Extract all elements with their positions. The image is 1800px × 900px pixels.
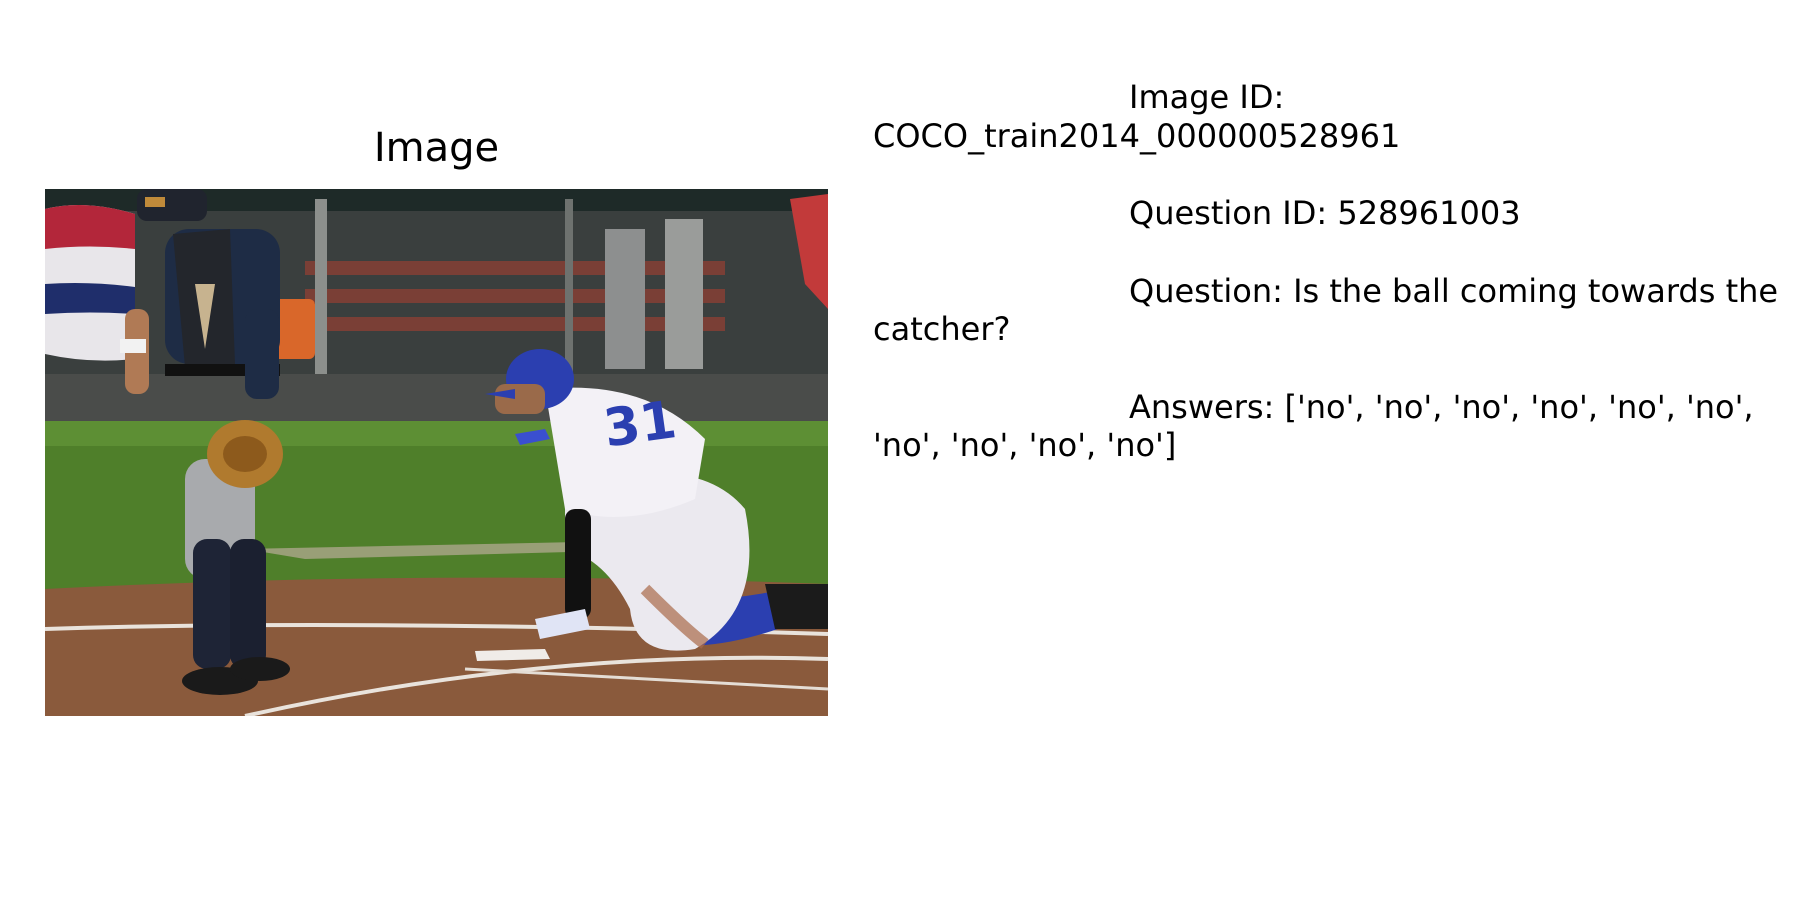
question-text: Question: Is the ball coming towards the… [873,271,1779,349]
question-id-text: Question ID: 528961003 [1129,194,1521,232]
svg-text:31: 31 [600,390,680,459]
baseball-photo-illustration: 31 [45,189,828,716]
image-id-text: Image ID: COCO_train2014_000000528961 [873,78,1401,155]
image-title: Image [373,125,500,171]
page: Image 31 Image ID: COCO_train2014_000000… [0,0,1800,900]
baseball-photo: 31 [45,189,828,716]
question-info: Image ID: COCO_train2014_000000528961 Qu… [873,78,1793,504]
answers-text: Answers: ['no', 'no', 'no', 'no', 'no', … [873,387,1754,465]
